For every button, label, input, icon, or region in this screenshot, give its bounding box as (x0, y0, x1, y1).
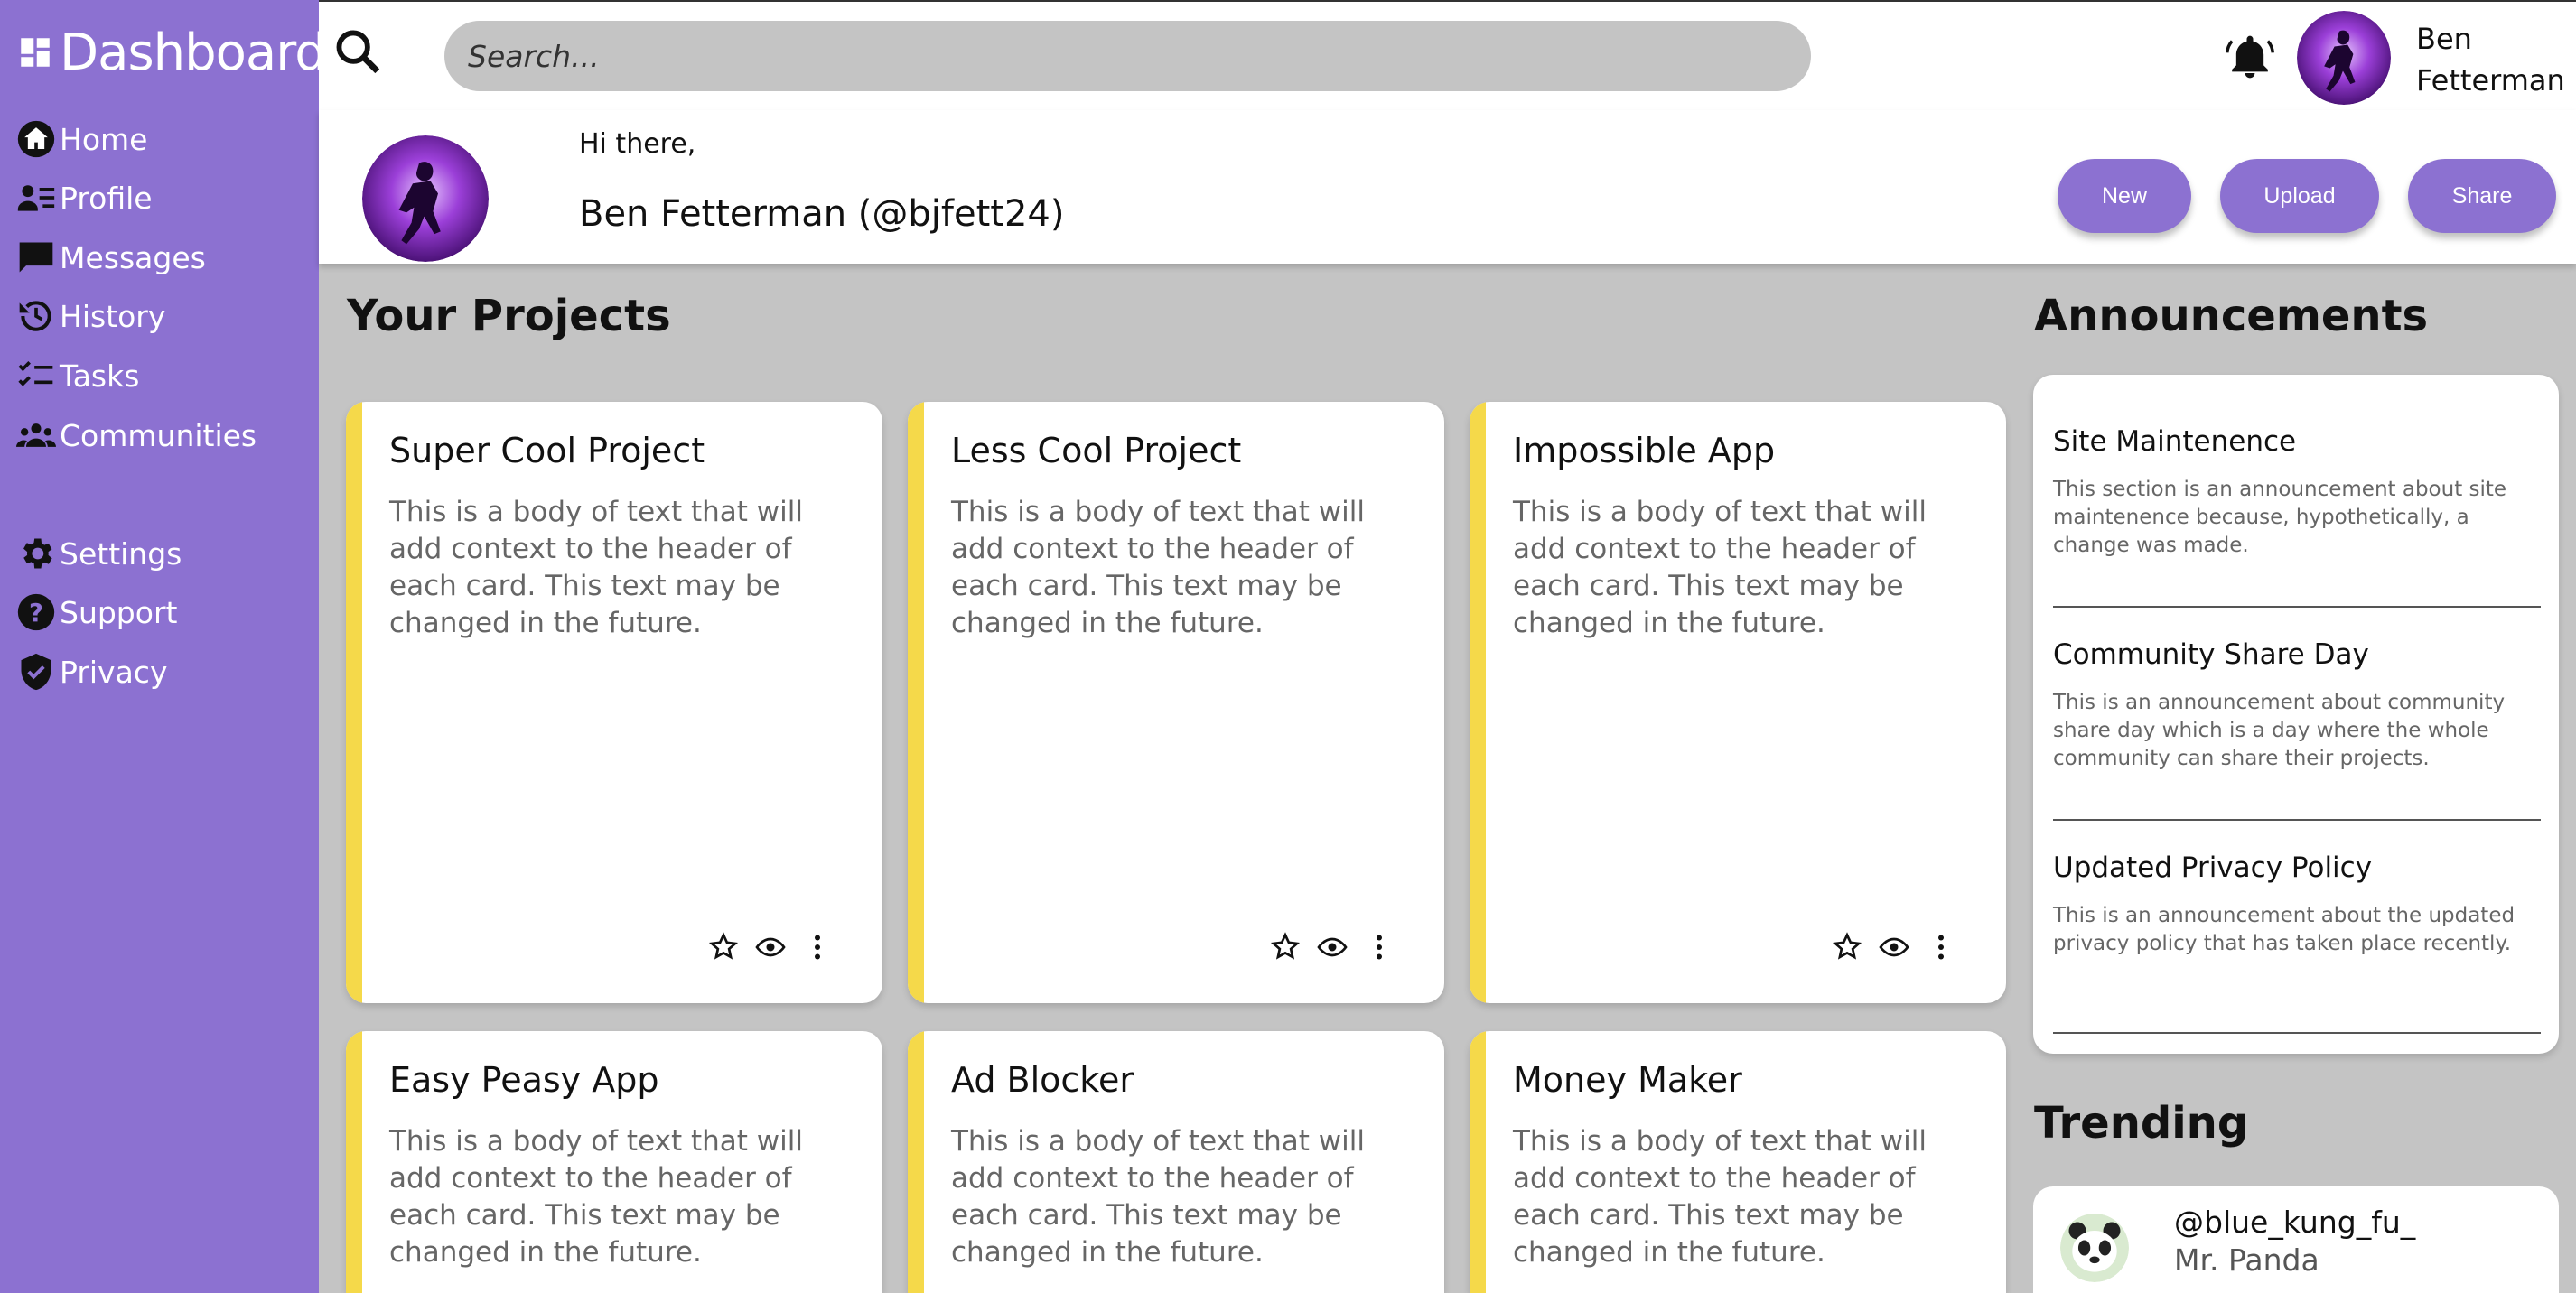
sidebar-item-messages[interactable]: Messages (16, 232, 206, 283)
announcement-title: Updated Privacy Policy (2053, 851, 2373, 884)
profile-avatar[interactable] (362, 135, 489, 262)
project-card[interactable]: Super Cool Project This is a body of tex… (346, 402, 882, 1003)
sidebar-item-label: Privacy (60, 654, 168, 690)
shield-icon (21, 653, 51, 691)
svg-text:?: ? (29, 599, 43, 628)
card-title: Easy Peasy App (389, 1060, 659, 1100)
greeting: Hi there, (579, 128, 696, 160)
announcement-item[interactable]: Updated Privacy Policy This is an announ… (2053, 851, 2541, 958)
trending-name: Mr. Panda (2174, 1242, 2319, 1278)
project-card[interactable]: Money Maker This is a body of text that … (1470, 1031, 2006, 1293)
profile-icon (17, 185, 55, 211)
announcement-item[interactable]: Site Maintenence This section is an anno… (2053, 425, 2541, 560)
announcement-text: This section is an announcement about si… (2053, 478, 2507, 557)
card-actions (1269, 931, 1395, 963)
card-body: This is a body of text that will add con… (389, 1125, 803, 1269)
divider (2053, 819, 2541, 821)
user-name: Ben Fetterman (2416, 22, 2565, 98)
card-title: Ad Blocker (951, 1060, 1134, 1100)
sidebar-item-support[interactable]: ? Support (16, 587, 177, 637)
card-title: Money Maker (1513, 1060, 1742, 1100)
sidebar-item-label: Settings (60, 535, 182, 572)
search-input[interactable] (444, 21, 1811, 91)
sidebar-item-label: Home (60, 121, 148, 157)
star-add-icon[interactable] (1831, 931, 1863, 963)
sidebar-item-privacy[interactable]: Privacy (16, 646, 167, 697)
project-card[interactable]: Ad Blocker This is a body of text that w… (908, 1031, 1444, 1293)
project-card[interactable]: Less Cool Project This is a body of text… (908, 402, 1444, 1003)
star-add-icon[interactable] (1269, 931, 1302, 963)
card-body: This is a body of text that will add con… (389, 496, 803, 639)
card-body: This is a body of text that will add con… (951, 1125, 1365, 1269)
card-body: This is a body of text that will add con… (951, 496, 1365, 639)
bell-icon[interactable] (2225, 32, 2275, 82)
projects-title: Your Projects (347, 291, 671, 341)
project-card[interactable]: Impossible App This is a body of text th… (1470, 402, 2006, 1003)
dashboard-icon (21, 38, 50, 67)
upload-button[interactable]: Upload (2220, 159, 2379, 233)
brand[interactable]: Dashboard (16, 23, 327, 82)
panda-avatar-image (2060, 1214, 2129, 1282)
help-icon: ? (17, 593, 55, 631)
trending-title: Trending (2034, 1098, 2249, 1149)
trending-item[interactable]: @blue_kung_fu_ Mr. Panda (2033, 1186, 2559, 1293)
announcements-title: Announcements (2034, 291, 2429, 341)
announcement-title: Site Maintenence (2053, 425, 2297, 458)
sidebar: Dashboard Home Profile Messages History … (0, 0, 327, 1293)
sidebar-item-label: Support (60, 594, 178, 630)
card-body: This is a body of text that will add con… (1513, 496, 1927, 639)
announcements-panel: Site Maintenence This section is an anno… (2033, 375, 2559, 1054)
share-button[interactable]: Share (2408, 159, 2556, 233)
announcement-title: Community Share Day (2053, 638, 2369, 671)
sidebar-item-tasks[interactable]: Tasks (16, 350, 139, 401)
sidebar-item-label: Profile (60, 180, 153, 216)
welcome-banner: Hi there, Ben Fetterman (@bjfett24) New … (319, 110, 2576, 264)
sidebar-item-label: Messages (60, 239, 206, 275)
avatar[interactable] (2297, 11, 2391, 105)
profile-full-name: Ben Fetterman (@bjfett24) (579, 193, 1065, 235)
history-icon (19, 301, 51, 331)
card-actions (707, 931, 834, 963)
sidebar-item-communities[interactable]: Communities (16, 410, 257, 460)
sidebar-item-profile[interactable]: Profile (16, 172, 153, 223)
divider (2053, 1032, 2541, 1034)
new-button[interactable]: New (2058, 159, 2191, 233)
announcement-text: This is an announcement about the update… (2053, 904, 2515, 955)
announcement-item[interactable]: Community Share Day This is an announcem… (2053, 638, 2541, 773)
project-card[interactable]: Easy Peasy App This is a body of text th… (346, 1031, 882, 1293)
messages-icon (19, 242, 53, 273)
watch-icon[interactable] (754, 931, 787, 963)
card-title: Super Cool Project (389, 431, 705, 470)
more-options-icon[interactable] (1925, 931, 1957, 963)
card-body: This is a body of text that will add con… (1513, 1125, 1927, 1269)
watch-icon[interactable] (1878, 931, 1910, 963)
trending-handle: @blue_kung_fu_ (2174, 1205, 2416, 1240)
card-actions (1831, 931, 1957, 963)
avatar (2060, 1214, 2129, 1282)
communities-icon (16, 423, 56, 447)
brand-title: Dashboard (60, 23, 327, 82)
announcement-text: This is an announcement about community … (2053, 691, 2506, 770)
search-icon[interactable] (331, 25, 384, 78)
star-add-icon[interactable] (707, 931, 740, 963)
sidebar-item-home[interactable]: Home (16, 114, 147, 164)
sidebar-item-settings[interactable]: Settings (16, 528, 182, 579)
astronaut-avatar-image (2297, 11, 2391, 105)
sidebar-item-history[interactable]: History (16, 291, 165, 341)
more-options-icon[interactable] (1363, 931, 1395, 963)
more-options-icon[interactable] (801, 931, 834, 963)
sidebar-item-label: History (60, 298, 166, 334)
tasks-icon (18, 361, 53, 386)
astronaut-avatar-image (362, 135, 489, 262)
watch-icon[interactable] (1316, 931, 1349, 963)
sidebar-item-label: Tasks (60, 358, 140, 394)
card-title: Impossible App (1513, 431, 1776, 470)
card-title: Less Cool Project (951, 431, 1242, 470)
home-icon (17, 120, 55, 158)
top-bar: Ben Fetterman (319, 0, 2576, 110)
gear-icon (23, 538, 52, 569)
divider (2053, 606, 2541, 608)
sidebar-item-label: Communities (60, 417, 257, 453)
